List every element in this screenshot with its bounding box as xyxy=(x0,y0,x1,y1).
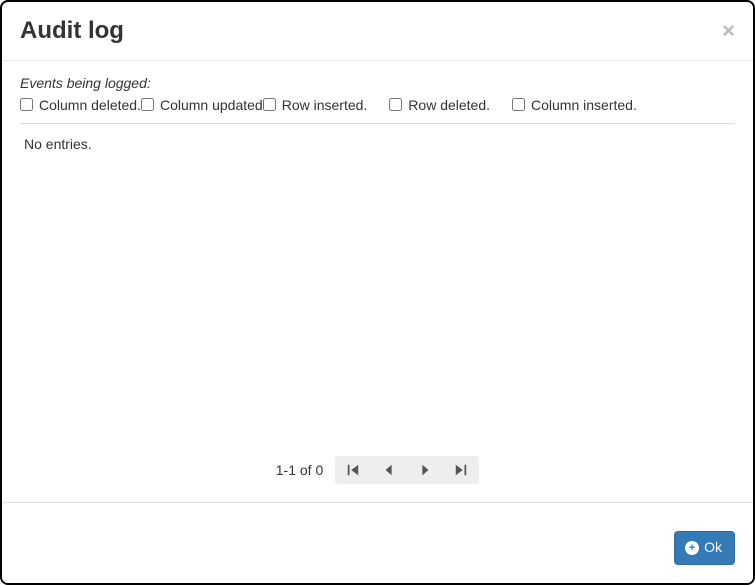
ok-button-label: Ok xyxy=(704,538,722,558)
audit-log-dialog: Audit log × Events being logged: Column … xyxy=(0,0,755,585)
pager-range-text: 1-1 of 0 xyxy=(276,462,323,478)
pager-next-button[interactable] xyxy=(407,456,443,484)
filter-column-updated-label[interactable]: Column updated xyxy=(160,97,263,113)
events-filter-row: Column deleted. Column updated Row inser… xyxy=(20,97,735,124)
next-page-icon xyxy=(418,463,432,477)
filter-column-inserted: Column inserted. xyxy=(512,97,637,113)
filter-column-deleted-label[interactable]: Column deleted. xyxy=(39,97,141,113)
dialog-footer: + Ok xyxy=(2,502,753,583)
filter-column-updated-checkbox[interactable] xyxy=(141,98,154,111)
filter-column-updated: Column updated xyxy=(141,97,263,113)
first-page-icon xyxy=(346,463,360,477)
filter-row-deleted: Row deleted. xyxy=(389,97,490,113)
dialog-header: Audit log × xyxy=(2,2,753,61)
last-page-icon xyxy=(454,463,468,477)
pager-buttons xyxy=(335,456,479,484)
filter-column-deleted: Column deleted. xyxy=(20,97,141,113)
filter-row-inserted-checkbox[interactable] xyxy=(263,98,276,111)
close-icon[interactable]: × xyxy=(722,20,735,42)
plus-circle-icon: + xyxy=(685,541,699,555)
dialog-body: Events being logged: Column deleted. Col… xyxy=(2,61,753,503)
filter-row-inserted: Row inserted. xyxy=(263,97,368,113)
filter-row-deleted-checkbox[interactable] xyxy=(389,98,402,111)
prev-page-icon xyxy=(382,463,396,477)
pager-last-button[interactable] xyxy=(443,456,479,484)
pager: 1-1 of 0 xyxy=(20,446,735,498)
ok-button[interactable]: + Ok xyxy=(674,531,735,565)
filter-column-deleted-checkbox[interactable] xyxy=(20,98,33,111)
filter-column-inserted-label[interactable]: Column inserted. xyxy=(531,97,637,113)
filter-column-inserted-checkbox[interactable] xyxy=(512,98,525,111)
filter-row-deleted-label[interactable]: Row deleted. xyxy=(408,97,490,113)
filter-row-inserted-label[interactable]: Row inserted. xyxy=(282,97,368,113)
pager-first-button[interactable] xyxy=(335,456,371,484)
events-filter-label: Events being logged: xyxy=(20,75,735,91)
no-entries-text: No entries. xyxy=(24,136,731,152)
dialog-title: Audit log xyxy=(20,17,124,46)
pager-prev-button[interactable] xyxy=(371,456,407,484)
log-entries-area: No entries. xyxy=(20,124,735,447)
